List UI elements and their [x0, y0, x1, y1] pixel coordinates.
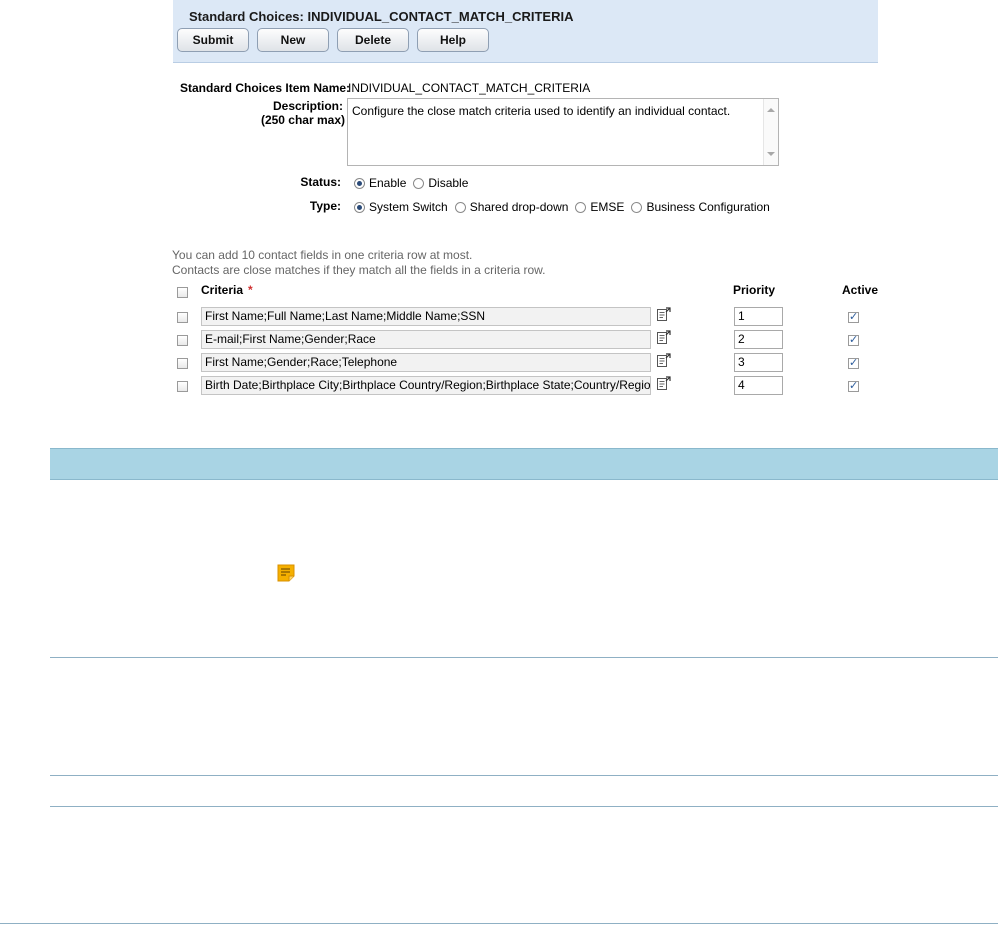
- status-disable-label: Disable: [428, 176, 469, 190]
- note-icon: [277, 564, 295, 582]
- priority-input[interactable]: 2: [734, 330, 783, 349]
- active-checkbox[interactable]: [848, 379, 859, 392]
- item-name-value: INDIVIDUAL_CONTACT_MATCH_CRITERIA: [348, 81, 591, 95]
- new-button[interactable]: New: [257, 28, 329, 52]
- edit-list-icon[interactable]: [656, 329, 672, 345]
- row-select-checkbox[interactable]: [177, 312, 188, 323]
- description-textarea[interactable]: Configure the close match criteria used …: [347, 98, 779, 166]
- type-shared-dropdown-label: Shared drop-down: [469, 200, 569, 214]
- page-title: Standard Choices: INDIVIDUAL_CONTACT_MAT…: [189, 9, 574, 24]
- required-asterisk: *: [248, 283, 253, 297]
- header-panel: Standard Choices: INDIVIDUAL_CONTACT_MAT…: [173, 0, 878, 63]
- type-system-switch-radio[interactable]: [354, 201, 365, 213]
- active-column-header: Active: [842, 283, 879, 297]
- status-disable-radio[interactable]: [413, 177, 425, 189]
- type-emse-label: EMSE: [590, 200, 625, 214]
- item-name-label: Standard Choices Item Name:: [180, 81, 351, 95]
- priority-input[interactable]: 3: [734, 353, 783, 372]
- table-divider: [50, 657, 998, 658]
- criteria-header-label: Criteria: [201, 283, 244, 297]
- status-radio-group: Enable Disable: [354, 176, 475, 190]
- description-label: Description:: [272, 99, 343, 113]
- row-select-checkbox[interactable]: [177, 358, 188, 369]
- description-hint: (250 char max): [260, 113, 345, 127]
- status-label: Status:: [300, 175, 341, 189]
- edit-list-icon[interactable]: [656, 375, 672, 391]
- type-label: Type:: [309, 199, 341, 213]
- type-business-config-radio[interactable]: [631, 201, 643, 213]
- table-divider: [0, 923, 998, 924]
- active-checkbox[interactable]: [848, 310, 859, 323]
- priority-input[interactable]: 1: [734, 307, 783, 326]
- criteria-field[interactable]: Birth Date;Birthplace City;Birthplace Co…: [201, 376, 651, 395]
- delete-button[interactable]: Delete: [337, 28, 409, 52]
- description-text: Configure the close match criteria used …: [352, 104, 731, 118]
- active-checkbox[interactable]: [848, 356, 859, 369]
- table-header-band: [50, 448, 998, 480]
- active-checkbox[interactable]: [848, 333, 859, 346]
- submit-button[interactable]: Submit: [177, 28, 249, 52]
- edit-list-icon[interactable]: [656, 352, 672, 368]
- priority-column-header: Priority: [733, 283, 776, 297]
- criteria-field[interactable]: First Name;Full Name;Last Name;Middle Na…: [201, 307, 651, 326]
- select-all-checkbox[interactable]: [177, 287, 188, 298]
- table-divider: [50, 806, 998, 807]
- criteria-hint-match: Contacts are close matches if they match…: [172, 263, 546, 277]
- row-select-checkbox[interactable]: [177, 381, 188, 392]
- row-select-checkbox[interactable]: [177, 335, 188, 346]
- type-emse-radio[interactable]: [575, 201, 587, 213]
- type-shared-dropdown-radio[interactable]: [454, 201, 466, 213]
- scroll-down-arrow-icon[interactable]: [767, 152, 775, 156]
- criteria-hint-max: You can add 10 contact fields in one cri…: [172, 248, 473, 262]
- help-button[interactable]: Help: [417, 28, 489, 52]
- scroll-up-arrow-icon[interactable]: [767, 108, 775, 112]
- type-radio-group: System Switch Shared drop-down EMSE Busi…: [354, 200, 777, 214]
- criteria-field[interactable]: First Name;Gender;Race;Telephone: [201, 353, 651, 372]
- type-business-config-label: Business Configuration: [646, 200, 770, 214]
- status-enable-radio[interactable]: [354, 177, 365, 189]
- description-scrollbar[interactable]: [763, 99, 778, 165]
- criteria-field[interactable]: E-mail;First Name;Gender;Race: [201, 330, 651, 349]
- status-enable-label: Enable: [369, 176, 407, 190]
- priority-input[interactable]: 4: [734, 376, 783, 395]
- edit-list-icon[interactable]: [656, 306, 672, 322]
- criteria-column-header: Criteria *: [201, 283, 253, 297]
- table-divider: [50, 775, 998, 776]
- type-system-switch-label: System Switch: [369, 200, 448, 214]
